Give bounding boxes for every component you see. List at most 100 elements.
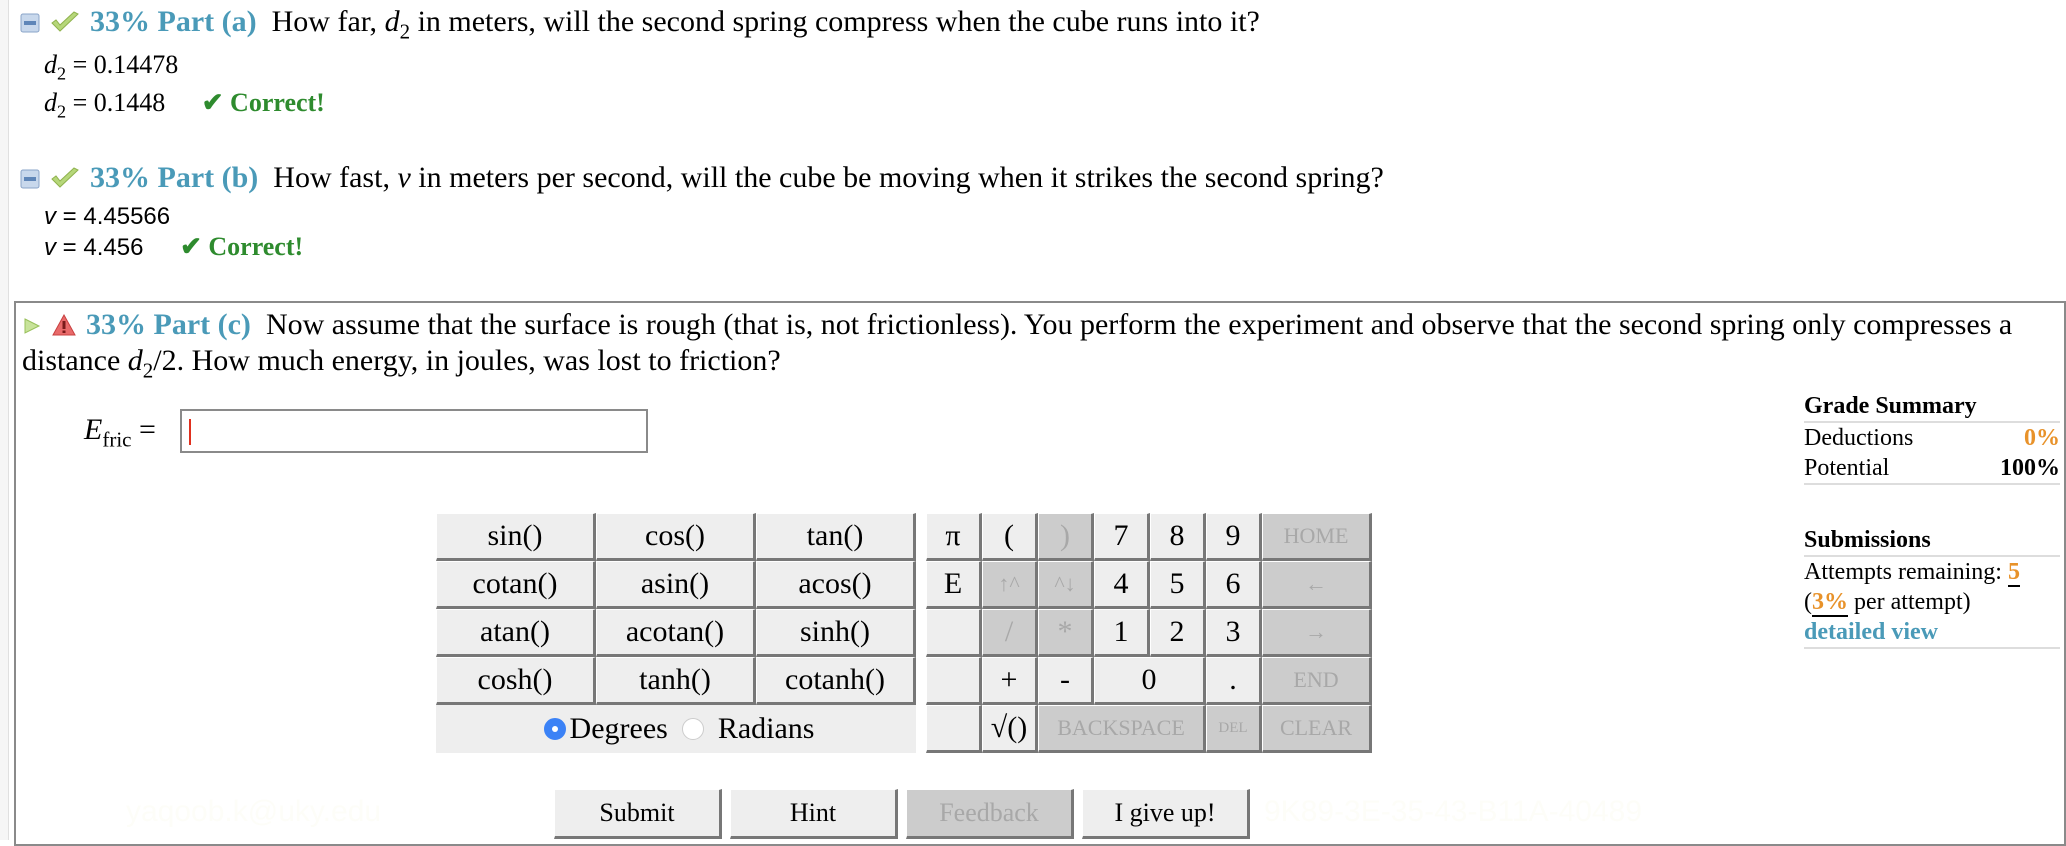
- left-gutter: [0, 0, 9, 840]
- key-e[interactable]: E: [926, 561, 982, 609]
- part-c-header: 33% Part (c) Now assume that the surface…: [22, 307, 2022, 383]
- key-cos[interactable]: cos(): [596, 513, 756, 561]
- key-asin[interactable]: asin(): [596, 561, 756, 609]
- text-caret: [189, 419, 191, 445]
- key-caret-down[interactable]: ^↓: [1038, 561, 1094, 609]
- key-acos[interactable]: acos(): [756, 561, 916, 609]
- radians-label: Radians: [717, 712, 815, 745]
- key-plus[interactable]: +: [982, 657, 1038, 705]
- key-end[interactable]: END: [1262, 657, 1372, 705]
- deductions-row: Deductions 0%: [1804, 423, 2060, 453]
- paren-open: (: [1804, 589, 1812, 615]
- key-tanh[interactable]: tanh(): [596, 657, 756, 705]
- key-5[interactable]: 5: [1150, 561, 1206, 609]
- degrees-radio[interactable]: [543, 718, 566, 740]
- part-c-panel: 33% Part (c) Now assume that the surface…: [14, 301, 2066, 846]
- collapse-icon[interactable]: [20, 162, 40, 189]
- part-b-answer-submitted: v = 4.456 ✔ Correct!: [44, 232, 304, 261]
- warning-icon: [52, 309, 76, 336]
- key-tan[interactable]: tan(): [756, 513, 916, 561]
- collapse-icon[interactable]: [20, 6, 40, 33]
- part-b-percent: 33%: [90, 161, 150, 194]
- correct-badge: ✔ Correct!: [180, 232, 304, 261]
- key-sin[interactable]: sin(): [436, 513, 596, 561]
- key-blank: [926, 657, 982, 705]
- per-attempt-text: per attempt): [1848, 589, 1971, 615]
- grade-summary-title: Grade Summary: [1804, 391, 2060, 423]
- key-backspace[interactable]: BACKSPACE: [1038, 705, 1206, 753]
- per-attempt-value: 3%: [1812, 589, 1848, 617]
- part-b-header: 33% Part (b) How fast, v in meters per s…: [20, 160, 1384, 196]
- key-minus[interactable]: -: [1038, 657, 1094, 705]
- answer-label: Efric =: [84, 413, 156, 452]
- key-sinh[interactable]: sinh(): [756, 609, 916, 657]
- expand-arrow-icon[interactable]: [22, 309, 42, 334]
- key-2[interactable]: 2: [1150, 609, 1206, 657]
- angle-mode-group: Degrees Radians: [436, 705, 916, 753]
- key-sqrt[interactable]: √(): [982, 705, 1038, 753]
- part-c-question: Now assume that the surface is rough (th…: [22, 308, 2013, 383]
- potential-label: Potential: [1804, 455, 1890, 481]
- part-a-label: Part (a): [157, 5, 257, 38]
- part-b-label: Part (b): [157, 161, 259, 194]
- hint-button[interactable]: Hint: [730, 789, 898, 839]
- key-multiply[interactable]: *: [1038, 609, 1094, 657]
- part-c-percent: 33%: [86, 308, 146, 341]
- attempts-remaining: Attempts remaining: 5: [1804, 557, 2060, 587]
- deductions-label: Deductions: [1804, 425, 1914, 451]
- detailed-view-link[interactable]: detailed view: [1804, 619, 1938, 645]
- key-cotanh[interactable]: cotanh(): [756, 657, 916, 705]
- part-b-answer-raw: v = 4.45566: [44, 203, 171, 230]
- submit-button[interactable]: Submit: [554, 789, 722, 839]
- part-a-answer-submitted: d2 = 0.1448 ✔ Correct!: [44, 88, 325, 122]
- key-blank: [926, 705, 982, 753]
- key-del[interactable]: DEL: [1206, 705, 1262, 753]
- key-blank: [926, 609, 982, 657]
- per-attempt: (3% per attempt): [1804, 587, 2060, 617]
- correct-badge: ✔ Correct!: [201, 88, 325, 117]
- answer-input[interactable]: [180, 409, 648, 453]
- key-atan[interactable]: atan(): [436, 609, 596, 657]
- key-up-caret[interactable]: ↑^: [982, 561, 1038, 609]
- key-decimal[interactable]: .: [1206, 657, 1262, 705]
- potential-value: 100%: [2000, 455, 2060, 481]
- key-divide[interactable]: /: [982, 609, 1038, 657]
- part-b-question: How fast, v in meters per second, will t…: [273, 161, 1384, 194]
- watermark-code: 9K89-3E-35-43-B11A-40489: [1264, 795, 1643, 828]
- key-acotan[interactable]: acotan(): [596, 609, 756, 657]
- key-cursor-right[interactable]: →: [1262, 609, 1372, 657]
- grade-summary: Grade Summary Deductions 0% Potential 10…: [1804, 391, 2060, 649]
- feedback-button[interactable]: Feedback: [906, 789, 1074, 839]
- part-a-answer-raw: d2 = 0.14478: [44, 50, 179, 84]
- key-0[interactable]: 0: [1094, 657, 1206, 705]
- part-a-question: How far, d2 in meters, will the second s…: [271, 5, 1260, 44]
- key-8[interactable]: 8: [1150, 513, 1206, 561]
- key-1[interactable]: 1: [1094, 609, 1150, 657]
- part-a-percent: 33%: [90, 5, 150, 38]
- checkmark-icon: [50, 6, 80, 32]
- part-a-header: 33% Part (a) How far, d2 in meters, will…: [20, 4, 1260, 44]
- key-6[interactable]: 6: [1206, 561, 1262, 609]
- part-c-label: Part (c): [153, 308, 251, 341]
- key-left-paren[interactable]: (: [982, 513, 1038, 561]
- give-up-button[interactable]: I give up!: [1082, 789, 1250, 839]
- key-pi[interactable]: π: [926, 513, 982, 561]
- key-home[interactable]: HOME: [1262, 513, 1372, 561]
- key-cosh[interactable]: cosh(): [436, 657, 596, 705]
- attempts-label: Attempts remaining:: [1804, 559, 2002, 585]
- submissions-title: Submissions: [1804, 525, 2060, 557]
- key-clear[interactable]: CLEAR: [1262, 705, 1372, 753]
- checkmark-icon: [50, 162, 80, 188]
- key-cursor-left[interactable]: ←: [1262, 561, 1372, 609]
- key-right-paren[interactable]: ): [1038, 513, 1094, 561]
- key-9[interactable]: 9: [1206, 513, 1262, 561]
- watermark-email: yaqoob.k@uky.edu: [126, 795, 382, 828]
- attempts-value: 5: [2007, 559, 2020, 587]
- key-7[interactable]: 7: [1094, 513, 1150, 561]
- radians-radio[interactable]: [681, 718, 704, 740]
- key-4[interactable]: 4: [1094, 561, 1150, 609]
- deductions-value: 0%: [2024, 425, 2060, 451]
- key-cotan[interactable]: cotan(): [436, 561, 596, 609]
- key-3[interactable]: 3: [1206, 609, 1262, 657]
- potential-row: Potential 100%: [1804, 453, 2060, 485]
